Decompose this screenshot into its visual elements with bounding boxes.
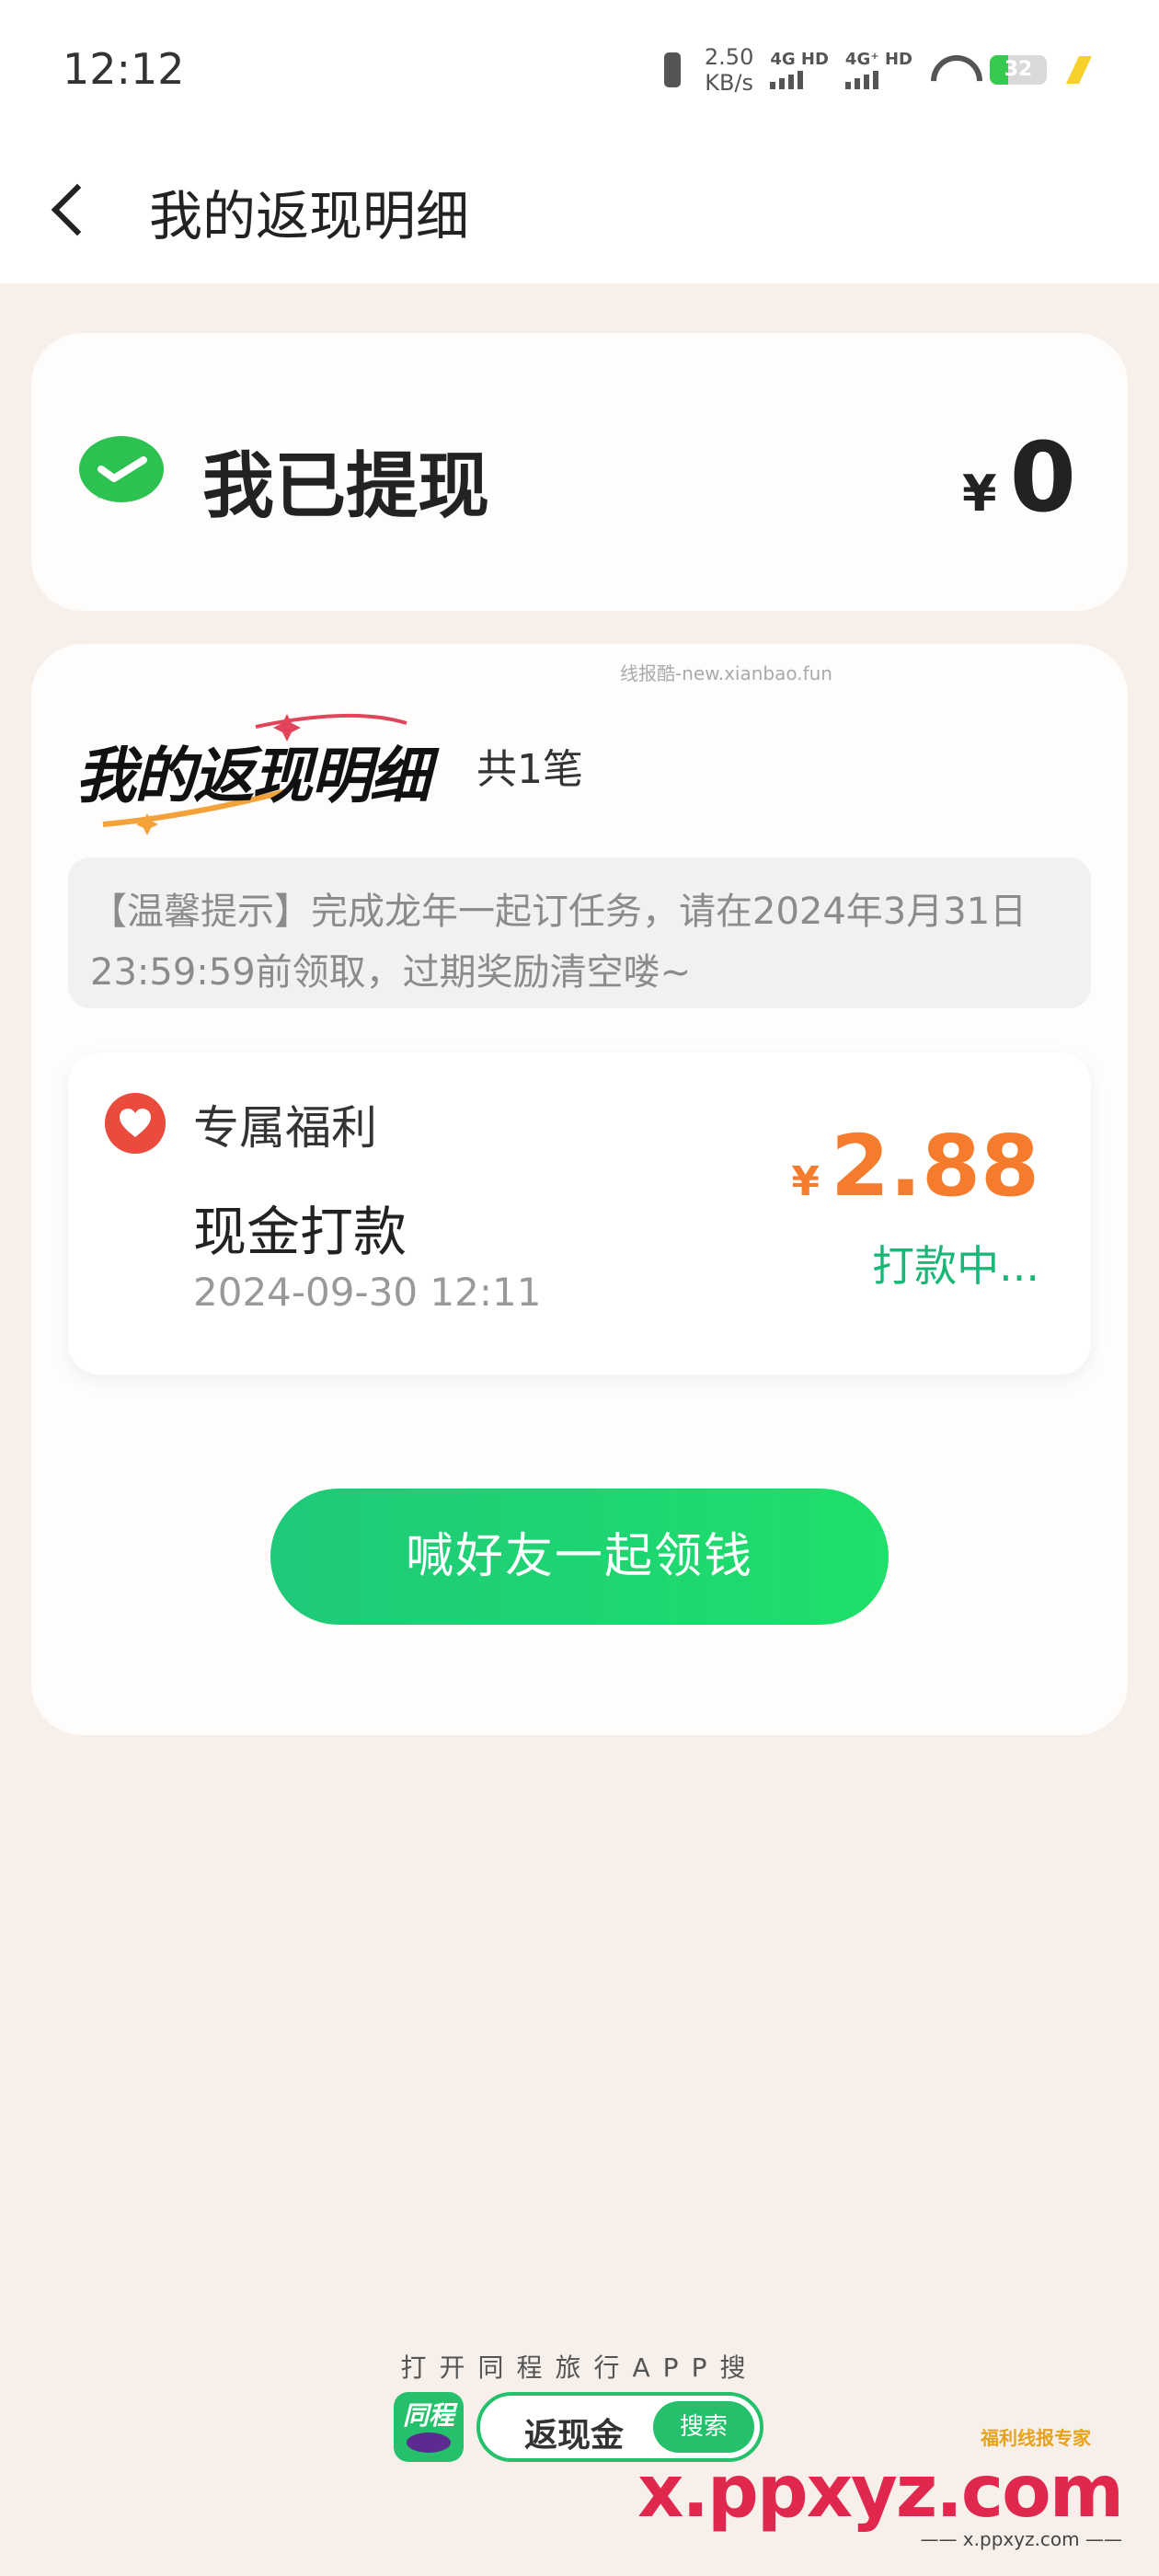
- network-speed-value: 2.50: [704, 44, 754, 70]
- network-indicator-1: 4G HD: [770, 51, 829, 89]
- withdrawn-amount: ¥ 0: [962, 421, 1076, 534]
- wechat-icon: [79, 436, 164, 502]
- wifi-icon: [929, 52, 973, 88]
- battery-level: 32: [1004, 58, 1033, 81]
- withdrawn-card: 我已提现 ¥ 0: [31, 333, 1128, 611]
- footer-hint: 打开同程旅行APP搜: [400, 2352, 759, 2383]
- watermark-text: 线报酷-new.xianbao.fun: [620, 662, 832, 684]
- record-amount: ¥ 2.88: [791, 1117, 1039, 1215]
- record-time: 2024-09-30 12:11: [193, 1270, 542, 1315]
- status-icons: 2.50 KB/s 4G HD 4G⁺ HD 32: [657, 42, 1095, 98]
- status-bar: 12:12 2.50 KB/s 4G HD 4G⁺ HD 32: [0, 0, 1159, 138]
- search-button: 搜索: [653, 2401, 754, 2453]
- nav-bar: 我的返现明细: [0, 138, 1159, 283]
- record-count: 共1笔: [476, 746, 583, 793]
- record-amount-value: 2.88: [831, 1117, 1039, 1215]
- detail-title: 我的返现明细: [75, 741, 430, 811]
- tongcheng-app-icon: 同程: [394, 2392, 464, 2462]
- network-type-label: 4G HD: [770, 50, 829, 69]
- notice-box: 【温馨提示】完成龙年一起订任务，请在2024年3月31日23:59:59前领取，…: [68, 857, 1091, 1008]
- currency-symbol: ¥: [962, 465, 997, 523]
- watermark-badge: 福利线报专家: [981, 2427, 1091, 2449]
- record-status: 打款中...: [872, 1241, 1039, 1291]
- currency-symbol: ¥: [791, 1158, 820, 1205]
- vibrate-icon: [657, 49, 688, 91]
- withdrawn-label: 我已提现: [202, 445, 490, 528]
- app-logo-icon: [407, 2432, 451, 2453]
- watermark-domain: x.ppxyz.com: [637, 2451, 1124, 2534]
- detail-title-banner: 我的返现明细: [75, 688, 480, 845]
- network-speed: 2.50 KB/s: [705, 44, 753, 96]
- signal-icon: [844, 69, 912, 89]
- search-keyword: 返现金: [524, 2417, 625, 2455]
- network-indicator-2: 4G⁺ HD: [844, 50, 912, 89]
- app-name: 同程: [402, 2400, 454, 2431]
- page-title: 我的返现明细: [149, 185, 470, 247]
- cashback-record[interactable]: 专属福利 现金打款 2024-09-30 12:11 ¥ 2.88 打款中...: [68, 1052, 1091, 1374]
- network-type-label: 4G⁺ HD: [844, 50, 912, 69]
- status-time: 12:12: [63, 44, 185, 94]
- network-speed-unit: KB/s: [705, 70, 754, 96]
- heart-icon: [105, 1093, 166, 1154]
- battery-icon: 32: [990, 55, 1047, 85]
- cashback-detail-card: 线报酷-new.xianbao.fun 我的返现明细 共1笔 【温馨提示】完成龙…: [31, 644, 1128, 1735]
- invite-friends-button[interactable]: 喊好友一起领钱: [270, 1489, 889, 1625]
- withdrawn-amount-value: 0: [1009, 421, 1076, 534]
- record-tag: 专属福利: [193, 1101, 377, 1155]
- site-watermark: 福利线报专家 x.ppxyz.com —— x.ppxyz.com ——: [637, 2427, 1124, 2550]
- back-button[interactable]: [37, 171, 101, 248]
- record-name: 现金打款: [193, 1201, 407, 1263]
- signal-icon: [770, 69, 829, 89]
- charging-icon: [1063, 52, 1095, 87]
